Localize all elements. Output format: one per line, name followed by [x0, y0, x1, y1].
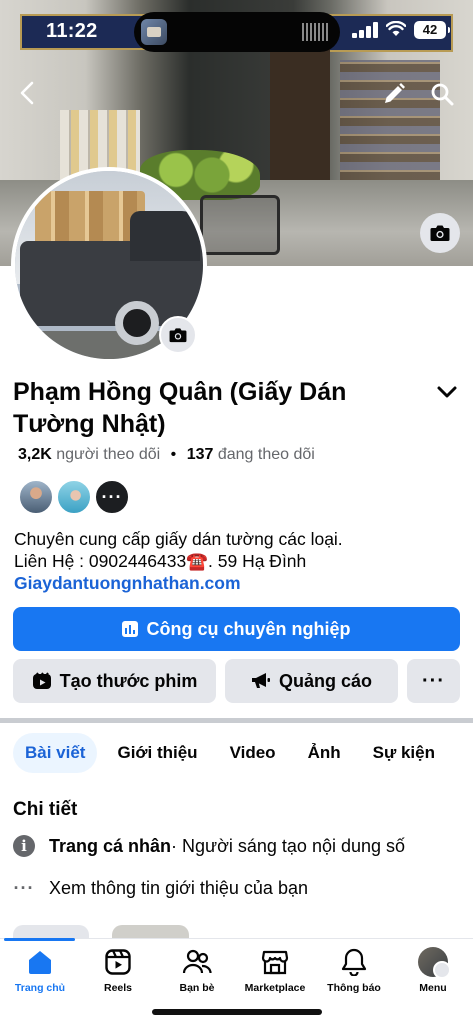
more-options-label: ··· [422, 669, 445, 692]
info-icon: i [13, 835, 35, 857]
tab-videos[interactable]: Video [218, 733, 288, 773]
profile-bio: Chuyên cung cấp giấy dán tường các loại.… [14, 528, 343, 594]
bio-line: Chuyên cung cấp giấy dán tường các loại. [14, 529, 343, 549]
camera-icon [169, 328, 187, 343]
marketplace-icon [235, 947, 315, 977]
avatar-wheel [115, 301, 159, 345]
follower-avatars[interactable]: ··· [18, 479, 132, 515]
nav-friends[interactable]: Bạn bè [157, 947, 237, 994]
battery-indicator: 42 [414, 21, 450, 39]
nav-label: Thông báo [327, 982, 381, 994]
edit-profile-picture-button[interactable] [159, 316, 197, 354]
detail-profile-type[interactable]: i Trang cá nhân · Người sáng tạo nội dun… [13, 835, 405, 857]
followers-label[interactable]: người theo dõi [56, 446, 160, 463]
switch-profile-button[interactable] [434, 381, 460, 403]
nav-label: Bạn bè [179, 982, 215, 994]
following-label[interactable]: đang theo dõi [218, 446, 315, 463]
nav-label: Reels [103, 982, 133, 994]
follower-avatar[interactable] [18, 479, 54, 515]
status-bar: 11:22 42 [0, 0, 473, 52]
active-tab-indicator [4, 938, 75, 941]
search-icon [431, 83, 454, 106]
nav-label: Menu [419, 982, 447, 994]
nav-label: Marketplace [244, 982, 306, 994]
chevron-left-icon [20, 81, 34, 105]
profile-name: Phạm Hồng Quân (Giấy Dán Tường Nhật) [13, 378, 347, 438]
stats-separator: • [170, 446, 177, 463]
details-title: Chi tiết [13, 799, 78, 820]
reels-icon [78, 947, 158, 977]
edit-profile-button[interactable] [380, 80, 408, 108]
tab-events[interactable]: Sự kiện [361, 733, 447, 773]
more-dots: ··· [101, 486, 123, 507]
more-options-button[interactable]: ··· [407, 659, 460, 703]
pencil-icon [385, 83, 405, 103]
tab-posts[interactable]: Bài viết [13, 733, 98, 773]
home-indicator[interactable] [152, 1009, 322, 1015]
status-time: 11:22 [46, 20, 98, 42]
cover-door [270, 40, 330, 190]
follower-avatar[interactable] [56, 479, 92, 515]
reel-icon [32, 671, 52, 691]
followers-count[interactable]: 3,2K [18, 446, 52, 463]
audio-wave-icon [302, 23, 328, 41]
bell-icon [314, 947, 394, 977]
camera-icon [430, 225, 450, 241]
dynamic-island [134, 12, 340, 52]
profile-type-value: · Người sáng tạo nội dung số [171, 835, 406, 856]
cover-cart [200, 195, 280, 255]
section-divider [0, 718, 473, 723]
bio-line: Liên Hệ : 0902446433☎️. 59 Hạ Đình [14, 551, 307, 571]
cellular-signal-icon [352, 22, 378, 38]
create-reel-button[interactable]: Tạo thước phim [13, 659, 216, 703]
home-icon [0, 947, 80, 977]
follow-stats: 3,2K người theo dõi • 137 đang theo dõi [18, 446, 315, 464]
create-reel-label: Tạo thước phim [59, 670, 198, 691]
following-count[interactable]: 137 [187, 446, 214, 463]
website-link[interactable]: Giaydantuongnhathan.com [14, 572, 343, 594]
professional-tools-label: Công cụ chuyên nghiệp [146, 618, 351, 639]
tab-about[interactable]: Giới thiệu [105, 733, 209, 773]
see-intro-label: Xem thông tin giới thiệu của bạn [49, 878, 308, 898]
nav-notifications[interactable]: Thông báo [314, 947, 394, 994]
chevron-down-icon [437, 386, 457, 398]
professional-tools-button[interactable]: Công cụ chuyên nghiệp [13, 607, 460, 651]
search-button[interactable] [428, 80, 456, 108]
ads-label: Quảng cáo [278, 670, 372, 691]
megaphone-icon [251, 672, 271, 690]
wifi-icon [386, 21, 406, 36]
ads-button[interactable]: Quảng cáo [225, 659, 398, 703]
friends-icon [157, 947, 237, 977]
see-intro-link[interactable]: ··· Xem thông tin giới thiệu của bạn [13, 878, 308, 899]
menu-avatar [418, 947, 451, 979]
profile-type-label: Trang cá nhân [49, 835, 172, 856]
more-horizontal-icon: ··· [13, 878, 35, 898]
nav-home[interactable]: Trang chủ [0, 947, 80, 994]
cover-shelf [340, 60, 440, 180]
menu-avatar-wrap [393, 947, 473, 979]
avatar-truck-cab [130, 211, 200, 261]
edit-cover-photo-button[interactable] [420, 213, 460, 253]
now-playing-thumbnail [141, 19, 167, 45]
nav-label: Trang chủ [14, 982, 66, 994]
more-followers-button[interactable]: ··· [94, 479, 130, 515]
back-button[interactable] [14, 78, 40, 108]
nav-marketplace[interactable]: Marketplace [235, 947, 315, 994]
nav-reels[interactable]: Reels [78, 947, 158, 994]
profile-tabs: Bài viết Giới thiệu Video Ảnh Sự kiện [13, 733, 455, 773]
nav-menu[interactable]: Menu [393, 947, 473, 994]
dashboard-icon [122, 621, 139, 637]
tab-photos[interactable]: Ảnh [296, 733, 353, 773]
